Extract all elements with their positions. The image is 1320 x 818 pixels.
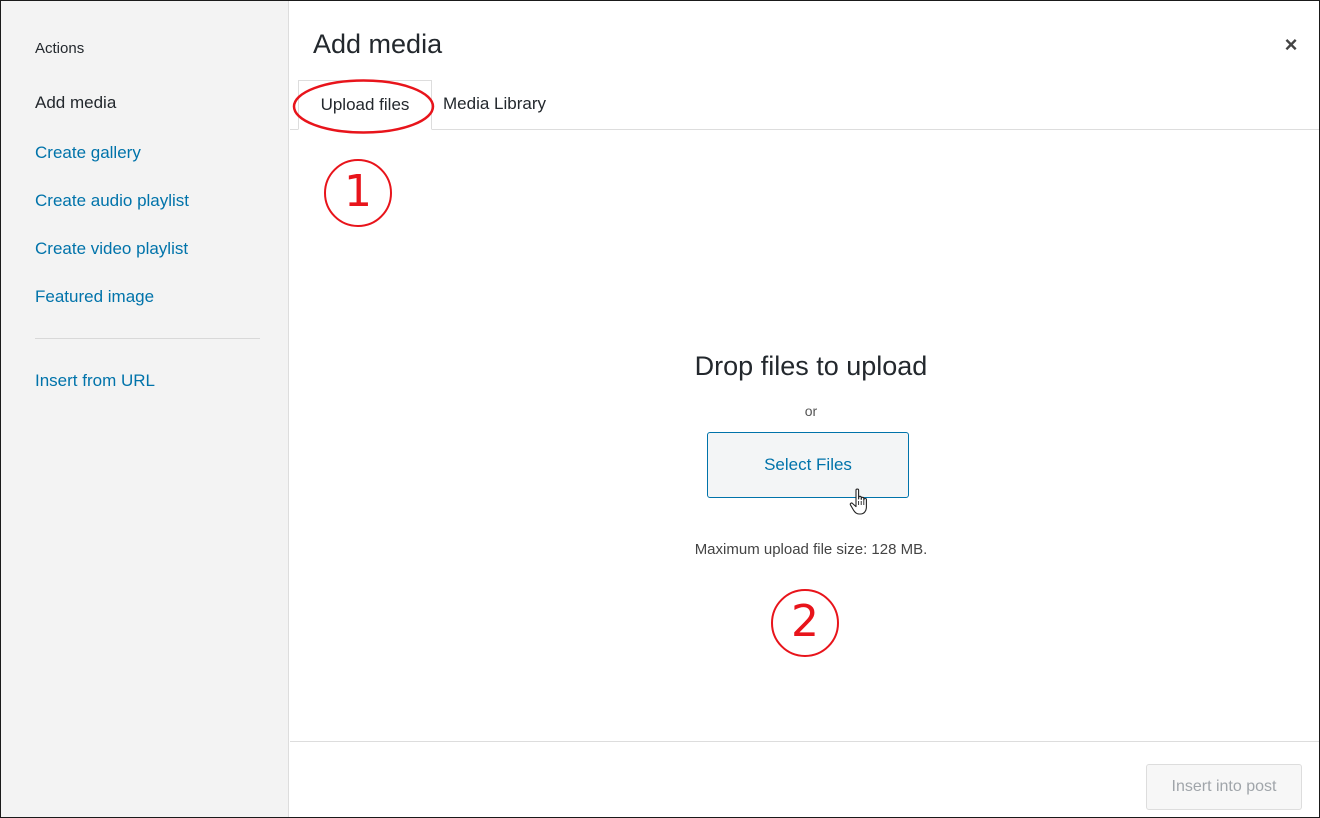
media-tabs: Upload files Media Library [290,80,1319,130]
hand-cursor-icon [849,488,867,515]
insert-into-post-button[interactable]: Insert into post [1146,764,1302,810]
drop-files-heading: Drop files to upload [694,351,928,381]
close-icon[interactable]: × [1277,31,1305,59]
annotation-step-2: 2 [771,589,839,657]
tab-upload-files[interactable]: Upload files [298,80,432,130]
annotation-step-1: 1 [324,159,392,227]
sidebar-heading: Actions [35,40,85,57]
sidebar-item-create-gallery[interactable]: Create gallery [35,143,141,163]
sidebar-item-add-media[interactable]: Add media [35,93,116,113]
sidebar-item-create-audio-playlist[interactable]: Create audio playlist [35,191,189,211]
sidebar-item-insert-from-url[interactable]: Insert from URL [35,371,155,391]
modal-title: Add media [313,29,443,59]
select-files-button[interactable]: Select Files [707,432,909,498]
sidebar-divider [35,338,260,339]
max-upload-size-text: Maximum upload file size: 128 MB. [694,541,928,558]
media-sidebar: Actions Add media Create gallery Create … [1,1,289,817]
modal-footer: Insert into post [290,741,1319,817]
or-text: or [804,403,818,419]
tab-media-library[interactable]: Media Library [443,80,546,130]
sidebar-item-featured-image[interactable]: Featured image [35,287,154,307]
sidebar-item-create-video-playlist[interactable]: Create video playlist [35,239,188,259]
media-modal: Actions Add media Create gallery Create … [0,0,1320,818]
